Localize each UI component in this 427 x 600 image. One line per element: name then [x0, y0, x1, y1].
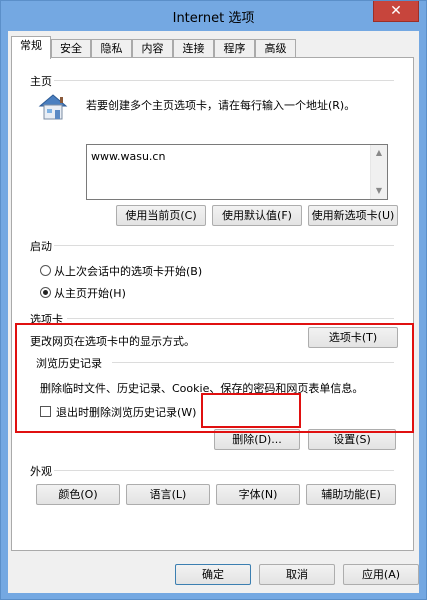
tab-advanced[interactable]: 高级	[255, 39, 296, 58]
tab-content[interactable]: 内容	[132, 39, 173, 58]
fonts-button[interactable]: 字体(N)	[216, 484, 300, 505]
scroll-down-icon[interactable]: ▼	[371, 183, 387, 199]
use-default-button[interactable]: 使用默认值(F)	[212, 205, 302, 226]
house-icon	[36, 92, 70, 122]
colors-button[interactable]: 颜色(O)	[36, 484, 120, 505]
cancel-button[interactable]: 取消	[259, 564, 335, 585]
ok-button[interactable]: 确定	[175, 564, 251, 585]
startup-home-label[interactable]: 从主页开始(H)	[54, 285, 126, 301]
scroll-up-icon[interactable]: ▲	[371, 145, 387, 161]
home-group-divider	[54, 80, 394, 81]
tab-connections[interactable]: 连接	[173, 39, 214, 58]
close-icon: ✕	[390, 3, 402, 19]
dialog-window: Internet 选项 ✕ 常规 安全 隐私 内容 连接 程序 高级 主页 若要…	[0, 0, 427, 600]
tab-security[interactable]: 安全	[51, 39, 91, 58]
startup-group-divider	[54, 245, 394, 246]
startup-home-radio[interactable]	[40, 287, 51, 298]
home-url-field[interactable]: www.wasu.cn ▲ ▼	[86, 144, 388, 200]
title-bar[interactable]: Internet 选项 ✕	[1, 1, 426, 29]
apply-button[interactable]: 应用(A)	[343, 564, 419, 585]
dialog-client: 常规 安全 隐私 内容 连接 程序 高级 主页 若要创建多个主页选项卡，请在每行	[8, 31, 419, 593]
tabs-group-divider	[67, 318, 394, 319]
url-scrollbar[interactable]: ▲ ▼	[370, 145, 387, 199]
home-url-value: www.wasu.cn	[91, 150, 166, 163]
home-group-title: 主页	[30, 75, 52, 88]
use-current-button[interactable]: 使用当前页(C)	[116, 205, 206, 226]
delete-button-highlight-box	[201, 393, 301, 428]
tab-privacy[interactable]: 隐私	[91, 39, 132, 58]
general-tab-panel: 主页 若要创建多个主页选项卡，请在每行输入一个地址(R)。 www.wasu.c…	[11, 57, 414, 551]
tab-general[interactable]: 常规	[11, 36, 51, 59]
appearance-group-divider	[54, 470, 394, 471]
accessibility-button[interactable]: 辅助功能(E)	[306, 484, 396, 505]
close-button[interactable]: ✕	[373, 1, 419, 22]
window-title: Internet 选项	[172, 11, 255, 26]
use-new-tab-button[interactable]: 使用新选项卡(U)	[308, 205, 398, 226]
tab-programs[interactable]: 程序	[214, 39, 255, 58]
startup-last-label[interactable]: 从上次会话中的选项卡开始(B)	[54, 263, 202, 279]
languages-button[interactable]: 语言(L)	[126, 484, 210, 505]
appearance-group-title: 外观	[30, 465, 52, 478]
startup-last-radio[interactable]	[40, 265, 51, 276]
home-description: 若要创建多个主页选项卡，请在每行输入一个地址(R)。	[86, 99, 356, 112]
startup-group-title: 启动	[30, 240, 52, 253]
